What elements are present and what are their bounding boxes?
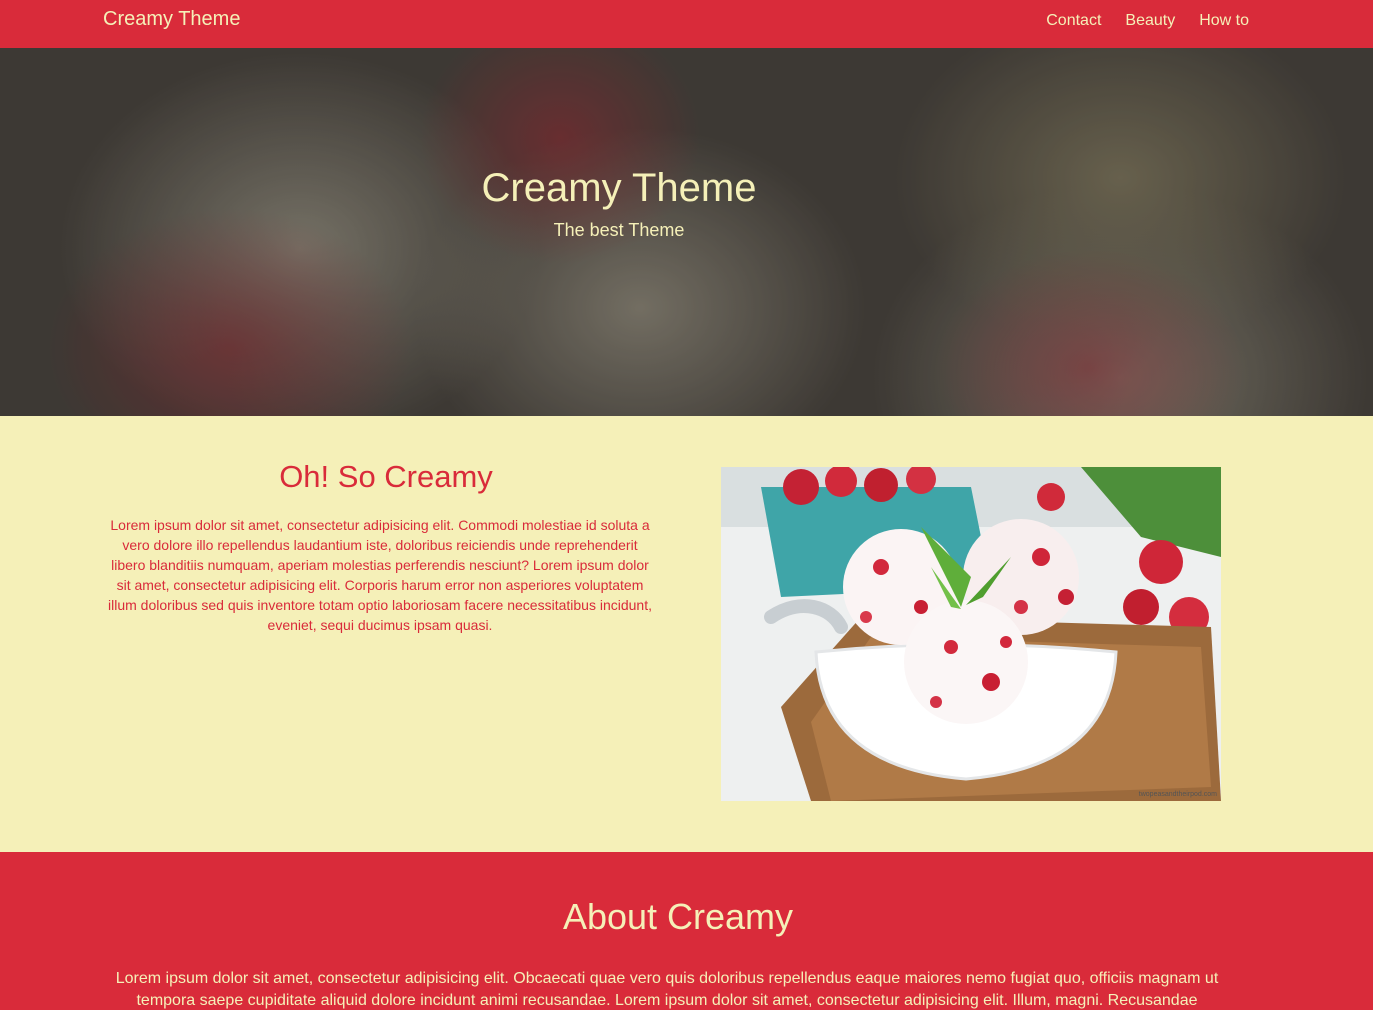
creamy-section: Oh! So Creamy Lorem ipsum dolor sit amet…: [0, 416, 1373, 852]
photo-credit: twopeasandtheirpod.com: [1138, 791, 1217, 798]
about-section: About Creamy Lorem ipsum dolor sit amet,…: [0, 852, 1373, 1010]
about-paragraph: Lorem ipsum dolor sit amet, consectetur …: [115, 970, 1219, 1009]
nav-link-how-to[interactable]: How to: [1199, 12, 1249, 30]
creamy-heading: Oh! So Creamy: [279, 459, 493, 494]
nav-links: Contact Beauty How to: [1046, 12, 1249, 30]
brand-link[interactable]: Creamy Theme: [103, 8, 240, 31]
nav-link-contact[interactable]: Contact: [1046, 12, 1101, 30]
creamy-paragraph: Lorem ipsum dolor sit amet, consectetur …: [108, 517, 652, 633]
ice-cream-bowl-image: twopeasandtheirpod.com: [721, 467, 1221, 801]
ice-cream-illustration: [721, 467, 1221, 801]
hero-banner: Creamy Theme The best Theme: [0, 48, 1373, 416]
hero-title: Creamy Theme: [481, 166, 757, 210]
navbar: Creamy Theme Contact Beauty How to: [0, 0, 1373, 48]
hero-subtitle: The best Theme: [553, 220, 685, 240]
about-heading: About Creamy: [562, 896, 794, 937]
nav-link-beauty[interactable]: Beauty: [1125, 12, 1175, 30]
